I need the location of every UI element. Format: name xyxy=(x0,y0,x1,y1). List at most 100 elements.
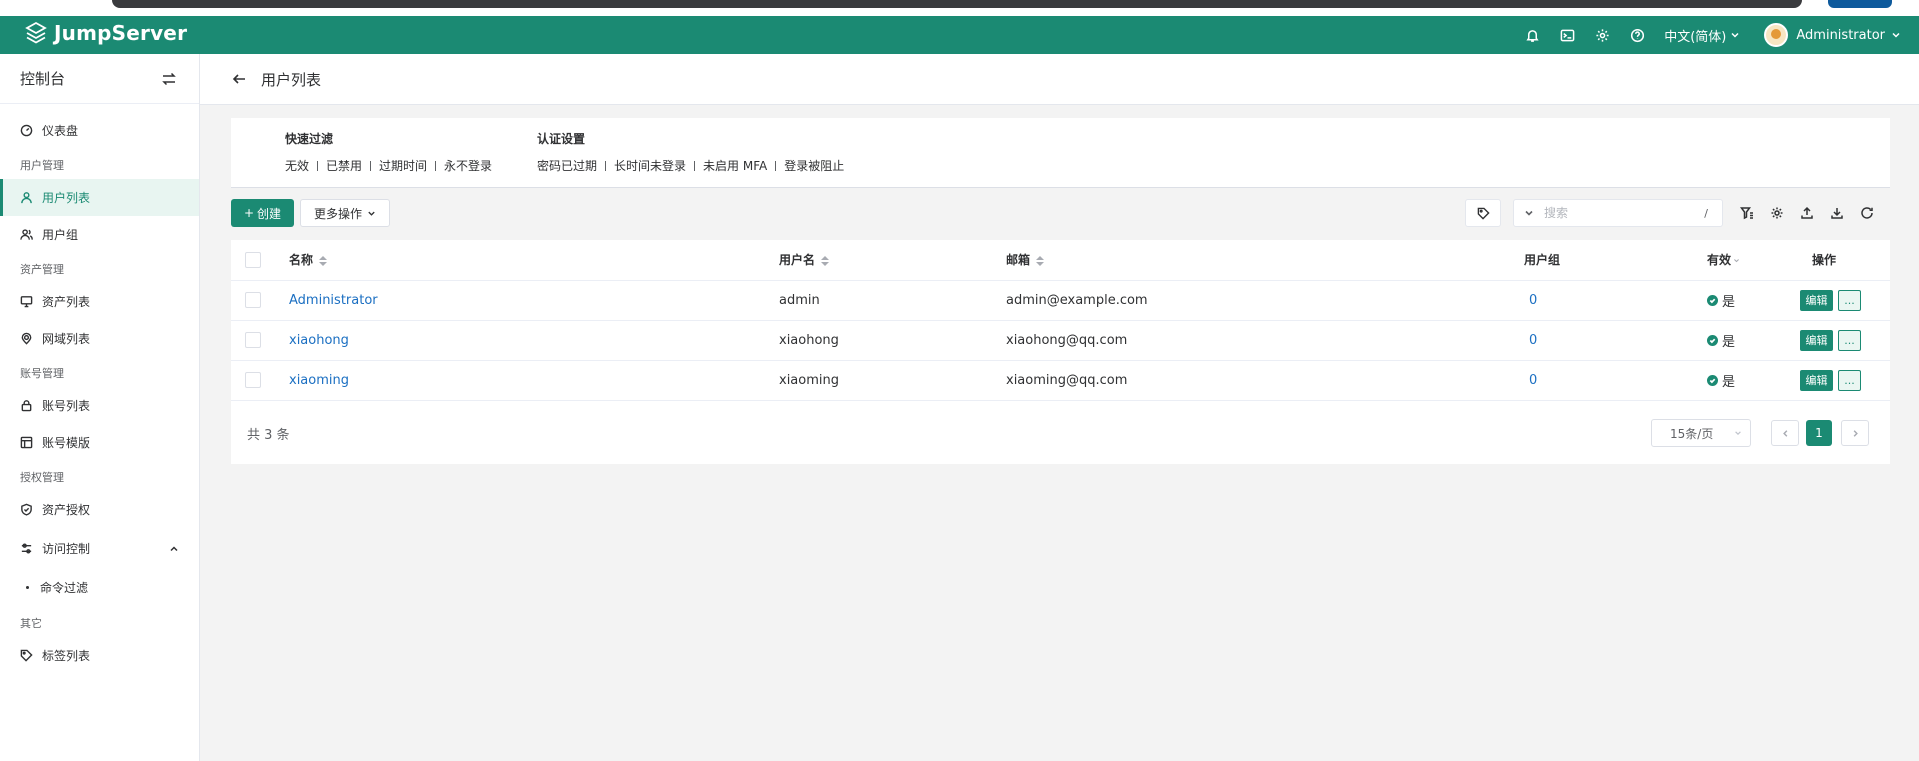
access-control-icon xyxy=(21,543,32,554)
filter-option-login-blocked[interactable]: 登录被阻止 xyxy=(784,157,844,174)
label-filter-button[interactable] xyxy=(1465,199,1501,227)
user-icon xyxy=(21,192,32,204)
filter-option-never-login[interactable]: 永不登录 xyxy=(444,157,492,174)
terminal-icon[interactable] xyxy=(1559,27,1575,43)
sidebar-item-user-list[interactable]: 用户列表 xyxy=(0,179,199,216)
app-logo[interactable]: JumpServer xyxy=(24,21,187,45)
back-arrow-icon[interactable] xyxy=(231,71,247,87)
language-selector[interactable]: 中文(简体) xyxy=(1664,26,1740,45)
chevron-up-icon xyxy=(170,545,178,551)
filter-option-long-inactive[interactable]: 长时间未登录 xyxy=(614,157,686,174)
edit-button[interactable]: 编辑 xyxy=(1800,369,1833,391)
sidebar-item-dashboard[interactable]: 仪表盘 xyxy=(0,112,199,149)
dashboard-icon xyxy=(20,124,33,137)
column-header-actions: 操作 xyxy=(1784,240,1890,281)
chevron-down-icon[interactable] xyxy=(1733,257,1740,264)
sidebar-item-domain-list[interactable]: 网域列表 xyxy=(0,320,199,357)
create-button-label: 创建 xyxy=(257,206,282,221)
username-cell: admin xyxy=(779,292,820,308)
prev-page-button[interactable] xyxy=(1771,420,1799,446)
group-count-link[interactable]: 0 xyxy=(1529,373,1537,388)
column-header-valid[interactable]: 有效 xyxy=(1707,240,1784,281)
page-size-select[interactable]: 15条/页 xyxy=(1651,419,1751,447)
search-box[interactable]: / xyxy=(1513,199,1723,227)
bell-icon[interactable] xyxy=(1524,27,1540,43)
user-name-link[interactable]: xiaoming xyxy=(289,373,349,388)
sort-icon[interactable] xyxy=(1036,255,1045,266)
avatar[interactable] xyxy=(1764,23,1789,47)
sidebar-header: 控制台 xyxy=(0,54,199,104)
check-circle-icon xyxy=(1707,374,1718,386)
jumpserver-logo-icon xyxy=(25,21,47,44)
column-header-name[interactable]: 名称 xyxy=(289,240,779,281)
table-toolbar: + 创建 更多操作 / xyxy=(231,199,1890,229)
refresh-icon[interactable] xyxy=(1860,206,1874,220)
more-actions-button[interactable]: 更多操作 xyxy=(300,199,390,227)
sidebar-item-account-list[interactable]: 账号列表 xyxy=(0,387,199,424)
sort-icon[interactable] xyxy=(821,255,830,266)
sidebar-item-label: 资产列表 xyxy=(42,295,91,309)
browser-action-button[interactable] xyxy=(1828,0,1892,8)
switch-view-icon[interactable] xyxy=(161,71,177,87)
row-checkbox[interactable] xyxy=(245,332,261,348)
sidebar-item-label: 账号列表 xyxy=(42,399,91,413)
filter-option-disabled[interactable]: 已禁用 xyxy=(326,157,362,174)
filter-option-invalid[interactable]: 无效 xyxy=(285,157,309,174)
table-row: xiaoming xiaoming xiaoming@qq.com 0 是 编辑… xyxy=(231,360,1890,401)
column-header-username[interactable]: 用户名 xyxy=(779,240,1006,281)
create-button[interactable]: + 创建 xyxy=(231,199,294,227)
more-button[interactable]: ... xyxy=(1838,369,1861,391)
search-shortcut-hint: / xyxy=(1704,206,1708,220)
more-button[interactable]: ... xyxy=(1838,329,1861,351)
sort-icon[interactable] xyxy=(319,255,328,266)
sidebar-item-account-template[interactable]: 账号模版 xyxy=(0,424,199,461)
app-name: JumpServer xyxy=(54,21,188,45)
help-icon[interactable] xyxy=(1629,27,1645,43)
user-menu[interactable]: Administrator xyxy=(1796,28,1901,43)
group-count-link[interactable]: 0 xyxy=(1529,293,1537,308)
top-navigation-bar: JumpServer 中文(简体) Administrator xyxy=(0,16,1919,54)
sidebar-item-label-list[interactable]: 标签列表 xyxy=(0,637,199,674)
check-circle-icon xyxy=(1707,294,1718,306)
menu-group-users: 用户管理 xyxy=(20,159,64,172)
sidebar-item-asset-perm[interactable]: 资产授权 xyxy=(0,491,199,528)
user-name-link[interactable]: Administrator xyxy=(289,293,378,308)
row-checkbox[interactable] xyxy=(245,372,261,388)
download-icon[interactable] xyxy=(1830,206,1844,220)
group-count-link[interactable]: 0 xyxy=(1529,333,1537,348)
settings-icon[interactable] xyxy=(1770,206,1784,220)
menu-group-assets: 资产管理 xyxy=(20,263,64,276)
gear-icon[interactable] xyxy=(1594,27,1610,43)
edit-button[interactable]: 编辑 xyxy=(1800,329,1833,351)
column-header-groups: 用户组 xyxy=(1524,240,1707,281)
chevron-down-icon[interactable] xyxy=(1524,208,1534,218)
divider xyxy=(775,160,777,171)
filter-option-expired[interactable]: 过期时间 xyxy=(379,157,427,174)
user-name-link[interactable]: xiaohong xyxy=(289,333,349,348)
sidebar-item-access-control[interactable]: 访问控制 xyxy=(0,530,199,567)
user-table: 名称 用户名 邮箱 用户组 有效 操作 Administrator admin … xyxy=(231,240,1890,401)
bullet-dot xyxy=(26,585,29,589)
sidebar-item-asset-list[interactable]: 资产列表 xyxy=(0,283,199,320)
upload-icon[interactable] xyxy=(1800,206,1814,220)
chevron-down-icon xyxy=(1731,32,1739,38)
filter-option-password-expired[interactable]: 密码已过期 xyxy=(537,157,597,174)
select-all-checkbox[interactable] xyxy=(245,251,261,268)
column-header-email[interactable]: 邮箱 xyxy=(1006,240,1524,281)
chevron-left-icon xyxy=(1782,429,1787,437)
table-header-row: 名称 用户名 邮箱 用户组 有效 操作 xyxy=(231,240,1890,281)
edit-button[interactable]: 编辑 xyxy=(1800,289,1833,311)
more-button[interactable]: ... xyxy=(1838,289,1861,311)
sidebar-item-user-group[interactable]: 用户组 xyxy=(0,216,199,253)
browser-tab-bar xyxy=(112,0,1802,8)
sidebar-item-label: 仪表盘 xyxy=(42,124,79,138)
filter-columns-icon[interactable] xyxy=(1740,206,1754,220)
table-footer: 共 3 条 15条/页 1 xyxy=(231,402,1890,464)
search-input[interactable] xyxy=(1544,206,1694,220)
sidebar-item-command-filter[interactable]: 命令过滤 xyxy=(0,567,199,607)
next-page-button[interactable] xyxy=(1841,420,1869,446)
check-circle-icon xyxy=(1707,334,1718,346)
row-checkbox[interactable] xyxy=(245,292,261,308)
page-number-current[interactable]: 1 xyxy=(1806,420,1832,446)
filter-option-no-mfa[interactable]: 未启用 MFA xyxy=(703,157,767,174)
